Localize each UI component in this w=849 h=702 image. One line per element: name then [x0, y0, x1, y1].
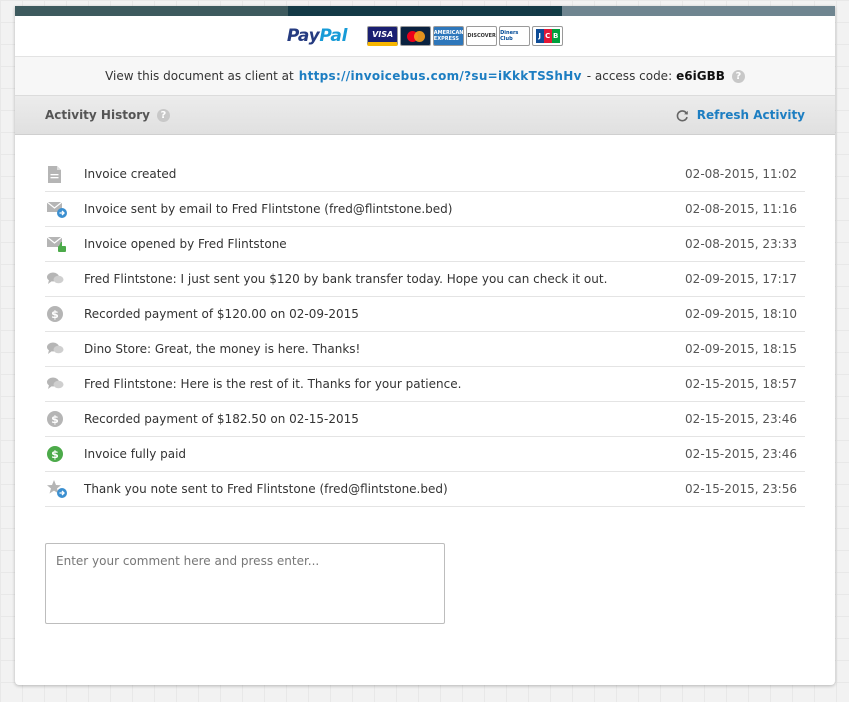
amex-card-icon: AMERICAN EXPRESS: [433, 26, 465, 46]
paypal-logo[interactable]: PayPal: [287, 26, 348, 46]
activity-timestamp: 02-15-2015, 23:46: [685, 412, 797, 426]
activity-history-header: Activity History ? Refresh Activity: [15, 96, 835, 135]
svg-text:$: $: [51, 413, 59, 426]
activity-row: $ Recorded payment of $182.50 on 02-15-20…: [45, 402, 805, 437]
activity-row: Fred Flintstone: Here is the rest of it.…: [45, 367, 805, 402]
activity-row: Thank you note sent to Fred Flintstone (…: [45, 472, 805, 507]
activity-row: $ Invoice fully paid 02-15-2015, 23:46: [45, 437, 805, 472]
activity-timestamp: 02-09-2015, 17:17: [685, 272, 797, 286]
activity-text: Invoice sent by email to Fred Flintstone…: [84, 202, 453, 216]
card-logos: VISA AMERICAN EXPRESS DISCOVER Diners Cl…: [367, 26, 564, 46]
activity-timestamp: 02-08-2015, 11:16: [685, 202, 797, 216]
paid-dollar-icon: $: [45, 446, 84, 462]
star-sent-icon: [45, 480, 84, 498]
activity-text: Recorded payment of $120.00 on 02-09-201…: [84, 307, 359, 321]
activity-text: Recorded payment of $182.50 on 02-15-201…: [84, 412, 359, 426]
svg-text:$: $: [51, 308, 59, 321]
activity-text: Invoice created: [84, 167, 177, 181]
diners-club-icon: Diners Club: [499, 26, 531, 46]
activity-timestamp: 02-15-2015, 23:46: [685, 447, 797, 461]
refresh-activity-button[interactable]: Refresh Activity: [676, 108, 805, 122]
activity-timestamp: 02-15-2015, 23:56: [685, 482, 797, 496]
mail-opened-icon: [45, 235, 84, 253]
activity-timestamp: 02-15-2015, 18:57: [685, 377, 797, 391]
activity-text: Invoice opened by Fred Flintstone: [84, 237, 287, 251]
refresh-icon: [676, 109, 688, 121]
dollar-icon: $: [45, 411, 84, 427]
activity-row: Invoice sent by email to Fred Flintstone…: [45, 192, 805, 227]
activity-text: Dino Store: Great, the money is here. Th…: [84, 342, 361, 356]
invoice-card: PayPal VISA AMERICAN EXPRESS DISCOVER Di…: [15, 6, 835, 685]
svg-text:$: $: [51, 448, 59, 461]
activity-row: $ Recorded payment of $120.00 on 02-09-20…: [45, 297, 805, 332]
activity-timestamp: 02-08-2015, 23:33: [685, 237, 797, 251]
activity-row: Dino Store: Great, the money is here. Th…: [45, 332, 805, 367]
activity-text: Fred Flintstone: I just sent you $120 by…: [84, 272, 608, 286]
help-icon[interactable]: ?: [156, 108, 170, 122]
visa-card-icon: VISA: [367, 26, 399, 46]
comment-input[interactable]: [45, 543, 445, 624]
activity-history-title: Activity History ?: [45, 108, 170, 122]
mastercard-icon: [400, 26, 432, 46]
activity-timestamp: 02-09-2015, 18:15: [685, 342, 797, 356]
access-code: e6iGBB: [676, 69, 725, 83]
client-link-bar: View this document as client at https://…: [15, 57, 835, 96]
jcb-card-icon: JCB: [532, 26, 564, 46]
client-url-link[interactable]: https://invoicebus.com/?su=iKkkTSShHv: [299, 69, 582, 83]
activity-timestamp: 02-08-2015, 11:02: [685, 167, 797, 181]
activity-row: Invoice created 02-08-2015, 11:02: [45, 157, 805, 192]
activity-timestamp: 02-09-2015, 18:10: [685, 307, 797, 321]
activity-text: Thank you note sent to Fred Flintstone (…: [84, 482, 448, 496]
activity-text: Fred Flintstone: Here is the rest of it.…: [84, 377, 462, 391]
discover-card-icon: DISCOVER: [466, 26, 498, 46]
comment-icon: [45, 377, 84, 391]
document-icon: [45, 165, 84, 183]
activity-text: Invoice fully paid: [84, 447, 187, 461]
access-code-label: - access code:: [586, 69, 673, 83]
top-color-bar: [15, 6, 835, 16]
activity-row: Invoice opened by Fred Flintstone 02-08-2…: [45, 227, 805, 262]
comment-icon: [45, 342, 84, 356]
mail-sent-icon: [45, 200, 84, 218]
activity-row: Fred Flintstone: I just sent you $120 by…: [45, 262, 805, 297]
client-link-prefix: View this document as client at: [105, 69, 294, 83]
payment-methods-bar: PayPal VISA AMERICAN EXPRESS DISCOVER Di…: [15, 16, 835, 57]
activity-list: Invoice created 02-08-2015, 11:02 Invoice …: [45, 157, 805, 507]
dollar-icon: $: [45, 306, 84, 322]
comment-icon: [45, 272, 84, 286]
help-icon[interactable]: ?: [731, 69, 745, 83]
